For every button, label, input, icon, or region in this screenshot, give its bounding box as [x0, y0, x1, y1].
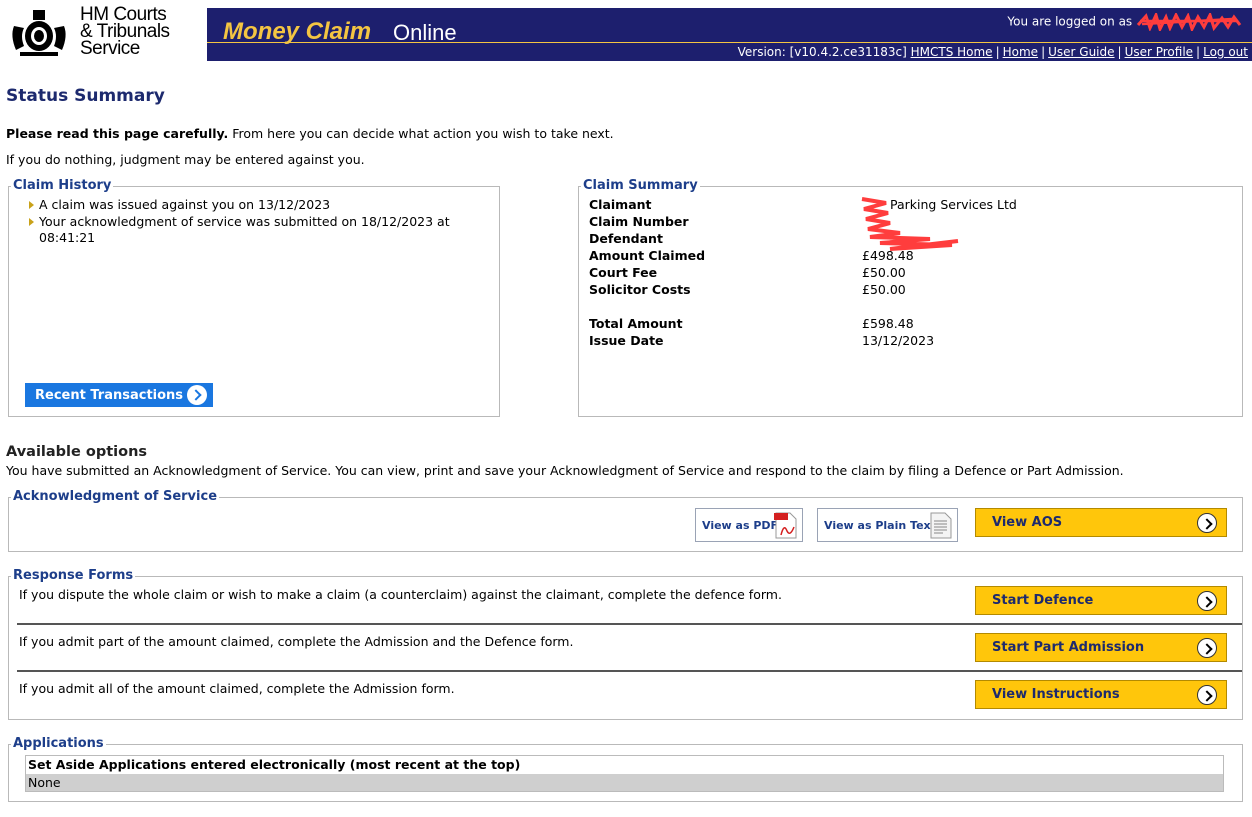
page-title: Status Summary [6, 86, 165, 106]
applications-panel: Applications Set Aside Applications ente… [8, 736, 1243, 802]
chevron-right-icon [187, 385, 207, 405]
view-pdf-button[interactable]: View as PDF [695, 508, 803, 542]
chevron-right-icon [1197, 685, 1217, 705]
redaction-scribble [861, 197, 959, 251]
recent-transactions-button[interactable]: Recent Transactions [25, 383, 213, 407]
solicitor-costs-label: Solicitor Costs [589, 282, 691, 297]
table-row: None [26, 774, 1223, 791]
intro-text: Please read this page carefully. From he… [6, 126, 614, 141]
history-item: Your acknowledgment of service was submi… [29, 214, 479, 246]
defence-instruction: If you dispute the whole claim or wish t… [19, 587, 782, 602]
row-divider [17, 670, 1242, 672]
recent-transactions-label: Recent Transactions [35, 387, 184, 403]
bullet-arrow-icon [29, 218, 34, 226]
issue-date-label: Issue Date [589, 333, 664, 348]
set-aside-table: Set Aside Applications entered electroni… [25, 755, 1224, 792]
start-part-admission-button[interactable]: Start Part Admission [975, 633, 1227, 662]
aos-panel: Acknowledgment of Service View as PDF Vi… [8, 489, 1243, 552]
court-fee-value: £50.00 [862, 265, 906, 280]
amount-claimed-label: Amount Claimed [589, 248, 706, 263]
link-user-guide[interactable]: User Guide [1048, 45, 1114, 59]
link-home[interactable]: Home [1003, 45, 1038, 59]
available-options-heading: Available options [6, 444, 148, 460]
redaction-scribble [1136, 13, 1242, 31]
link-user-profile[interactable]: User Profile [1125, 45, 1193, 59]
table-header: Set Aside Applications entered electroni… [26, 756, 1223, 774]
response-forms-panel: Response Forms If you dispute the whole … [8, 568, 1243, 720]
version-text: Version: [v10.4.2.ce31183c] [737, 45, 907, 59]
link-log-out[interactable]: Log out [1203, 45, 1248, 59]
start-part-admission-label: Start Part Admission [992, 640, 1145, 655]
available-options-text: You have submitted an Acknowledgment of … [6, 463, 1124, 478]
header-banner: Money Claim Online You are logged on as … [207, 8, 1252, 61]
intro-bold: Please read this page carefully. [6, 126, 229, 141]
total-amount-label: Total Amount [589, 316, 683, 331]
link-hmcts-home[interactable]: HMCTS Home [911, 45, 993, 59]
part-admission-instruction: If you admit part of the amount claimed,… [19, 634, 574, 649]
row-divider [17, 623, 1242, 625]
logged-in-text: You are logged on as [1007, 14, 1133, 29]
royal-crest-icon [12, 10, 66, 56]
judgment-warning: If you do nothing, judgment may be enter… [6, 152, 365, 167]
intro-rest: From here you can decide what action you… [228, 126, 614, 141]
view-pdf-label: View as PDF [702, 518, 779, 532]
chevron-right-icon [1197, 591, 1217, 611]
claim-history-panel: Claim History A claim was issued against… [8, 178, 500, 417]
admission-instruction: If you admit all of the amount claimed, … [19, 681, 455, 696]
court-fee-label: Court Fee [589, 265, 658, 280]
view-aos-button[interactable]: View AOS [975, 508, 1227, 537]
total-amount-value: £598.48 [862, 316, 914, 331]
chevron-right-icon [1197, 638, 1217, 658]
pdf-icon [774, 512, 797, 539]
issue-date-value: 13/12/2023 [862, 333, 935, 348]
hmcts-logo: HM Courts & Tribunals Service [0, 0, 206, 62]
logo-text: HM Courts & Tribunals Service [80, 5, 170, 59]
view-instructions-label: View Instructions [992, 687, 1120, 702]
view-aos-label: View AOS [992, 515, 1063, 530]
chevron-right-icon [1197, 513, 1217, 533]
claim-summary-legend: Claim Summary [581, 178, 700, 193]
start-defence-label: Start Defence [992, 593, 1094, 608]
claim-history-legend: Claim History [11, 178, 114, 193]
view-plain-text-label: View as Plain Text [824, 518, 936, 532]
solicitor-costs-value: £50.00 [862, 282, 906, 297]
claim-summary-panel: Claim Summary Claimant Parking Services … [578, 178, 1243, 417]
aos-legend: Acknowledgment of Service [11, 489, 220, 504]
logo-line-3: Service [80, 38, 140, 59]
claim-number-label: Claim Number [589, 214, 689, 229]
logged-in-status: You are logged on as [1007, 13, 1244, 31]
defendant-label: Defendant [589, 231, 663, 246]
history-item: A claim was issued against you on 13/12/… [29, 197, 489, 213]
start-defence-button[interactable]: Start Defence [975, 586, 1227, 615]
brand-online: Online [393, 20, 457, 45]
brand-money-claim: Money Claim [223, 18, 372, 45]
view-plain-text-button[interactable]: View as Plain Text [817, 508, 958, 542]
response-forms-legend: Response Forms [11, 568, 136, 583]
claimant-label: Claimant [589, 197, 652, 212]
text-document-icon [930, 512, 952, 539]
view-instructions-button[interactable]: View Instructions [975, 680, 1227, 709]
applications-legend: Applications [11, 736, 106, 751]
header-links: Version: [v10.4.2.ce31183c] HMCTS Home | H… [737, 45, 1248, 59]
bullet-arrow-icon [29, 201, 34, 209]
